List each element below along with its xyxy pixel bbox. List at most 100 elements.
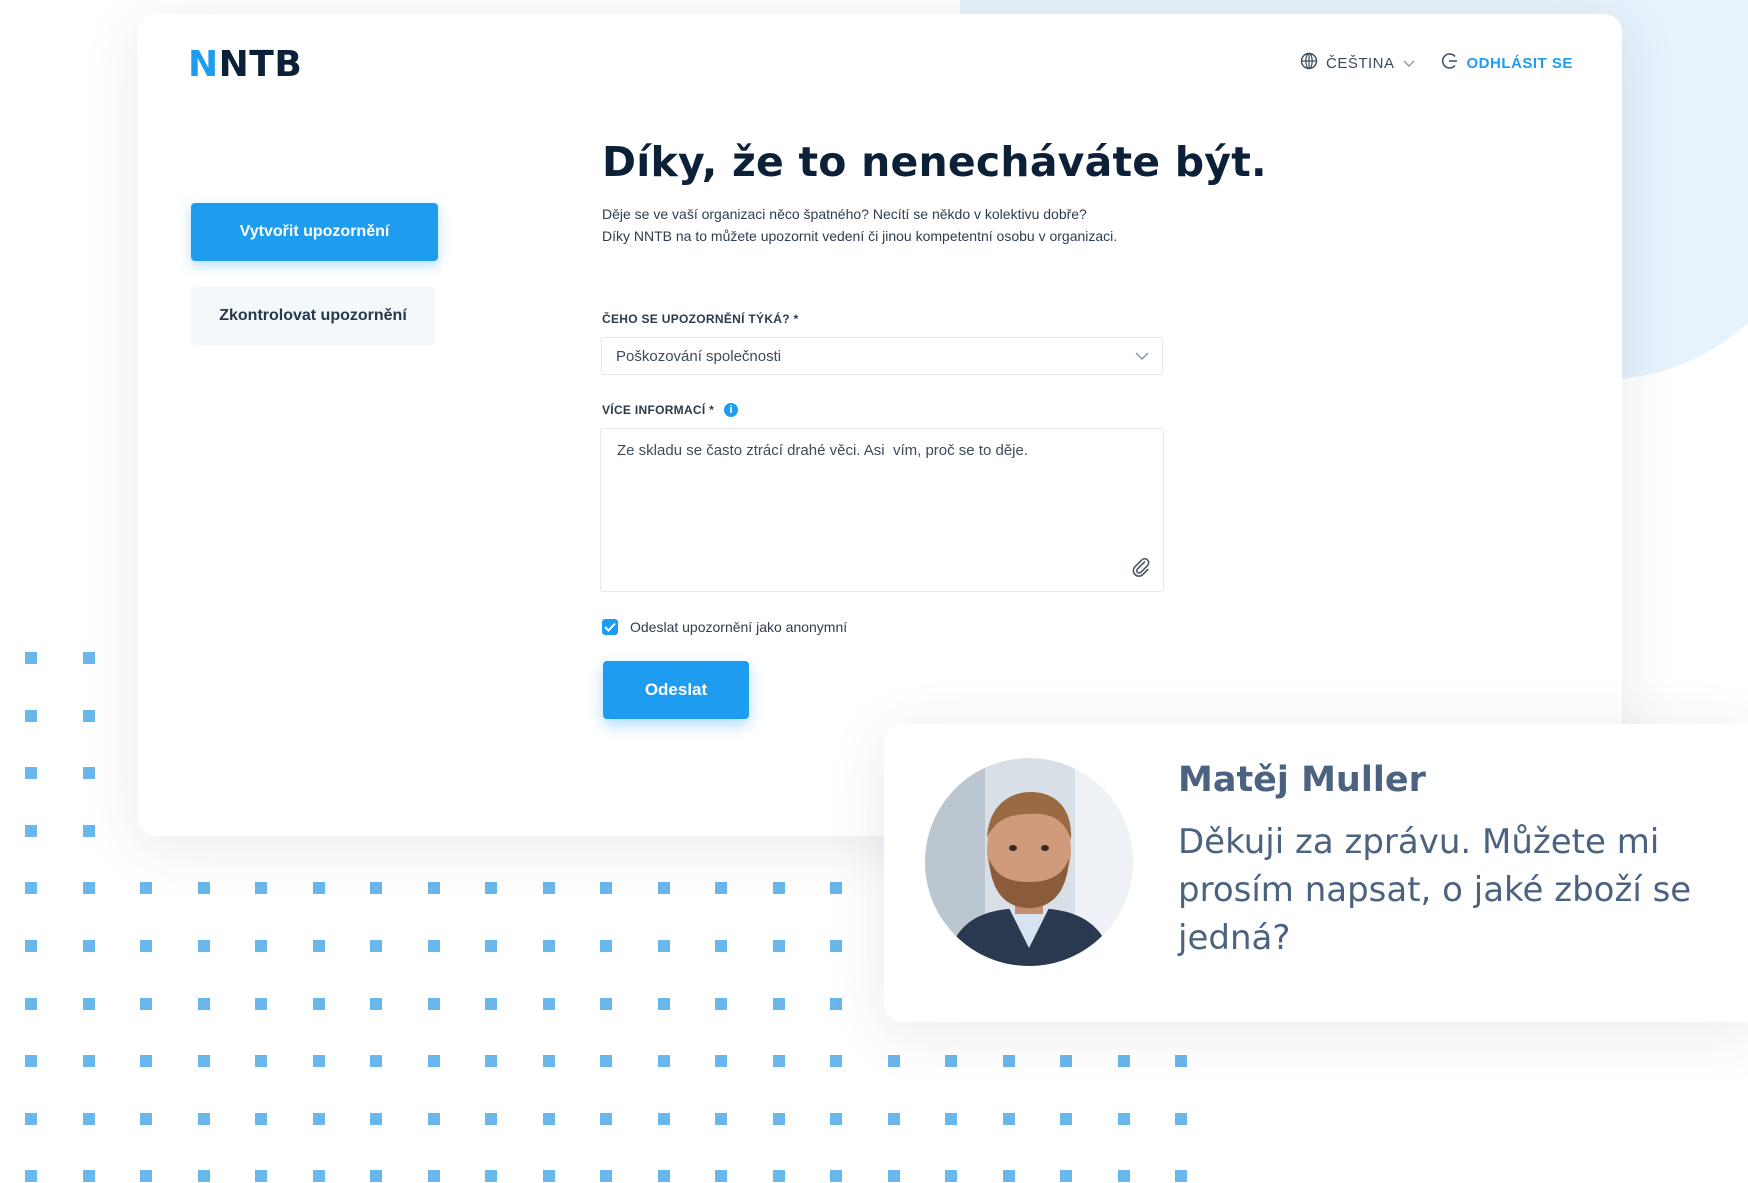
topbar: ČEŠTINA ODHLÁSIT SE [1300,52,1573,74]
decor-dot [140,882,152,894]
topic-select[interactable]: Poškozování společnosti [601,337,1163,375]
decor-dot [542,1113,555,1125]
decor-dot [715,882,727,894]
decor-dot [772,1170,785,1182]
logout-label: ODHLÁSIT SE [1466,54,1573,72]
decor-dot [830,998,842,1010]
globe-icon [1300,52,1318,74]
create-alert-button[interactable]: Vytvořit upozornění [191,203,438,261]
decor-dot [1002,1113,1015,1125]
decor-dot [542,998,555,1010]
decor-dot [140,1055,152,1067]
decor-dot [370,1055,382,1067]
decor-dot [887,1113,900,1125]
decor-dot [657,940,670,952]
decor-dot [830,882,842,894]
decor-dot [82,652,95,664]
decor-dot [542,1170,555,1182]
decor-dot [542,1055,555,1067]
decor-dot [312,1170,325,1182]
intro-line-2: Díky NNTB na to můžete upozornit vedení … [602,228,1118,244]
decor-dot [82,998,95,1010]
anonymous-checkbox[interactable] [602,619,618,635]
decor-dot [485,998,497,1010]
topic-label-text: ČEHO SE UPOZORNĚNÍ TÝKÁ? * [602,312,799,326]
decor-dot [657,998,670,1010]
logout-link[interactable]: ODHLÁSIT SE [1441,52,1573,74]
decor-dot [25,998,37,1010]
decor-dot [25,882,37,894]
info-textarea[interactable]: Ze skladu se často ztrácí drahé věci. As… [600,428,1164,592]
anonymous-checkbox-row[interactable]: Odeslat upozornění jako anonymní [602,619,847,635]
decor-dot [600,1170,612,1182]
submit-button[interactable]: Odeslat [603,661,749,719]
decor-dot [312,882,325,894]
decor-dot [485,882,497,894]
decor-dot [427,1170,440,1182]
chat-message: Děkuji za zprávu. Můžete mi prosím napsa… [1178,822,1692,958]
decor-dot [1175,1113,1187,1125]
decor-dot [715,1170,727,1182]
decor-dot [25,1113,37,1125]
decor-dot [255,940,267,952]
logout-icon [1441,52,1459,74]
info-icon[interactable]: i [724,403,739,417]
decor-dot [600,1055,612,1067]
decor-dot [1060,1170,1072,1182]
decor-dot [542,940,555,952]
decor-dot [830,1055,842,1067]
decor-dot [830,1170,842,1182]
chevron-down-icon [1403,55,1415,72]
decor-dot [945,1170,957,1182]
decor-dot [370,882,382,894]
decor-dot [830,1113,842,1125]
decor-dot [945,1113,957,1125]
decor-dot [1175,1055,1187,1067]
decor-dot [715,940,727,952]
decor-dot [82,1113,95,1125]
decor-dot [427,882,440,894]
anonymous-label: Odeslat upozornění jako anonymní [630,619,848,635]
decor-dot [945,1055,957,1067]
page-root: NNTB ČEŠTINA ODHLÁSIT SE Vytvořit upozor… [0,0,1748,1183]
decor-dot [255,998,267,1010]
page-title: Díky, že to nenecháváte být. [602,138,1267,186]
decor-dot [197,998,210,1010]
brand-logo[interactable]: NNTB [188,44,302,85]
decor-dot [25,1170,37,1182]
decor-dot [1117,1113,1130,1125]
decor-dot [312,1055,325,1067]
decor-dot [25,767,37,779]
decor-dot [715,1055,727,1067]
decor-dot [197,940,210,952]
decor-dot [485,1113,497,1125]
chat-sender-name: Matěj Muller [1178,760,1426,800]
decor-dot [82,940,95,952]
decor-dot [140,1170,152,1182]
decor-dot [772,882,785,894]
decor-dot [772,998,785,1010]
info-label-text: VÍCE INFORMACÍ * [602,403,715,417]
decor-dot [1117,1170,1130,1182]
decor-dot [140,940,152,952]
topic-label: ČEHO SE UPOZORNĚNÍ TÝKÁ? * [602,312,798,326]
decor-dot [830,940,842,952]
language-selector[interactable]: ČEŠTINA [1300,52,1415,74]
decor-dot [82,1170,95,1182]
decor-dot [25,710,37,722]
decor-dot [370,1170,382,1182]
decor-dot [255,1170,267,1182]
decor-dot [140,998,152,1010]
decor-dot [82,767,95,779]
decor-dot [82,1055,95,1067]
decor-dot [312,1113,325,1125]
paperclip-icon[interactable] [1130,556,1152,583]
decor-dot [600,882,612,894]
decor-dot [312,940,325,952]
check-alerts-button[interactable]: Zkontrolovat upozornění [191,287,435,345]
decor-dot [657,1055,670,1067]
decor-dot [255,1055,267,1067]
decor-dot [600,998,612,1010]
logo-accent-letter: N [188,44,219,85]
decor-dot [485,1055,497,1067]
